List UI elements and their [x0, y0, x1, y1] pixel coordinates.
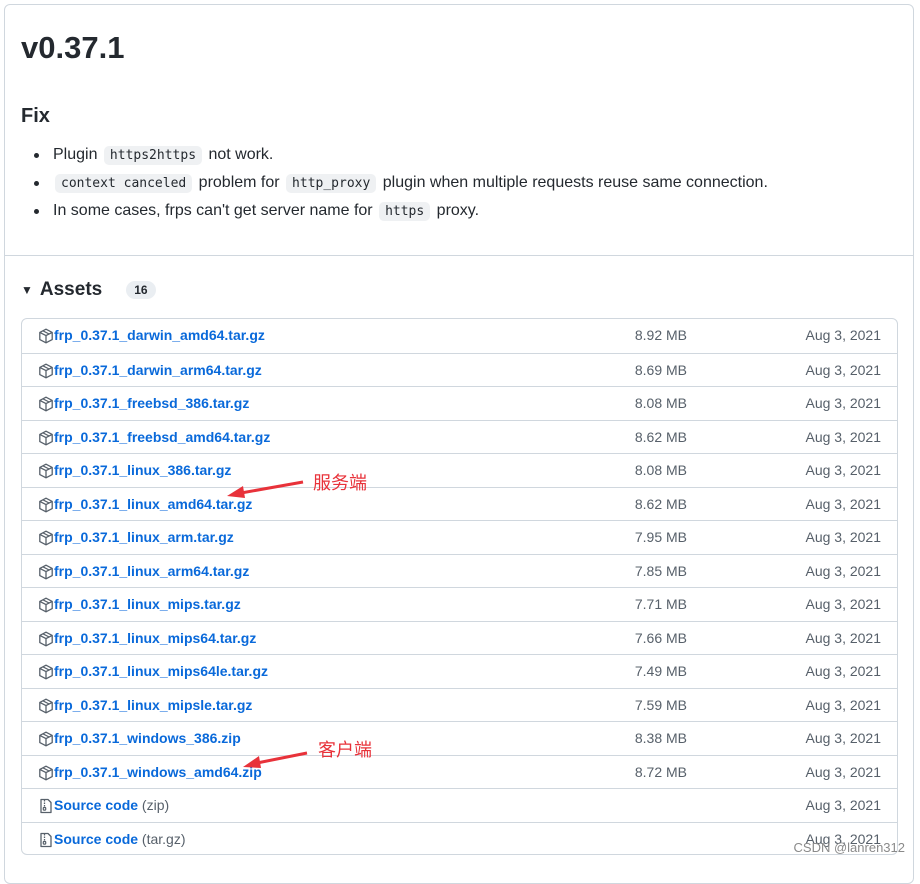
asset-row: frp_0.37.1_windows_386.zip 8.38 MB Aug 3, … — [22, 721, 897, 755]
asset-date: Aug 3, 2021 — [805, 797, 881, 813]
package-icon — [38, 497, 54, 513]
asset-link[interactable]: frp_0.37.1_linux_arm.tar.gz — [54, 521, 234, 554]
asset-date: Aug 3, 2021 — [805, 327, 881, 343]
inline-code: http_proxy — [286, 174, 377, 193]
asset-link[interactable]: frp_0.37.1_freebsd_386.tar.gz — [54, 387, 249, 420]
package-icon — [38, 564, 54, 580]
asset-date: Aug 3, 2021 — [805, 428, 881, 445]
asset-row: frp_0.37.1_linux_mips64.tar.gz 7.66 MB Aug… — [22, 620, 897, 655]
asset-link[interactable]: Source code (zip) — [54, 789, 169, 822]
asset-row: frp_0.37.1_linux_amd64.tar.gz 8.62 MB Aug … — [22, 486, 897, 521]
asset-size: 7.59 MB — [634, 696, 687, 713]
asset-row: frp_0.37.1_freebsd_386.tar.gz 8.08 MB Aug … — [22, 386, 897, 420]
asset-link[interactable]: frp_0.37.1_freebsd_amd64.tar.gz — [54, 421, 270, 454]
asset-row: frp_0.37.1_linux_mips64le.tar.gz 7.49 MB A… — [22, 654, 897, 688]
package-icon — [38, 731, 54, 747]
release-notes: Plugin https2https not work. context can… — [21, 141, 768, 225]
package-icon — [38, 765, 54, 781]
note-item: Plugin https2https not work. — [21, 141, 768, 169]
asset-row: frp_0.37.1_darwin_amd64.tar.gz 8.92 MB Aug… — [22, 319, 897, 353]
asset-date: Aug 3, 2021 — [805, 663, 881, 679]
server-arrow-icon — [227, 480, 304, 498]
asset-link[interactable]: frp_0.37.1_linux_arm64.tar.gz — [54, 555, 249, 588]
assets-toggle[interactable]: ▼ Assets 16 — [21, 276, 156, 304]
asset-link[interactable]: frp_0.37.1_linux_mips64.tar.gz — [54, 622, 256, 655]
asset-date: Aug 3, 2021 — [805, 495, 881, 512]
watermark: CSDN @lanren312 — [793, 840, 905, 855]
asset-size: 8.92 MB — [634, 327, 687, 343]
inline-code: context canceled — [55, 174, 193, 193]
asset-link[interactable]: frp_0.37.1_darwin_amd64.tar.gz — [54, 319, 265, 352]
asset-row: Source code (tar.gz) Aug 3, 2021 — [22, 821, 897, 855]
note-item: In some cases, frps can't get server nam… — [21, 197, 768, 225]
asset-row: frp_0.37.1_linux_arm.tar.gz 7.95 MB Aug 3,… — [22, 520, 897, 554]
asset-size: 7.85 MB — [634, 562, 687, 579]
asset-size: 7.71 MB — [634, 596, 687, 612]
asset-link[interactable]: frp_0.37.1_linux_mipsle.tar.gz — [54, 689, 252, 722]
asset-size: 7.95 MB — [634, 529, 687, 545]
asset-link[interactable]: frp_0.37.1_windows_amd64.zip — [54, 756, 262, 789]
package-icon — [38, 698, 54, 714]
asset-date: Aug 3, 2021 — [805, 696, 881, 713]
assets-count-badge: 16 — [126, 281, 156, 299]
asset-row: frp_0.37.1_linux_386.tar.gz 8.08 MB Aug 3,… — [22, 453, 897, 487]
package-icon — [38, 396, 54, 412]
asset-date: Aug 3, 2021 — [805, 529, 881, 545]
asset-size: 8.69 MB — [634, 361, 687, 378]
asset-link[interactable]: frp_0.37.1_linux_amd64.tar.gz — [54, 488, 252, 521]
package-icon — [38, 328, 54, 344]
asset-date: Aug 3, 2021 — [805, 730, 881, 746]
package-icon — [38, 631, 54, 647]
asset-row: frp_0.37.1_linux_mips.tar.gz 7.71 MB Aug 3… — [22, 587, 897, 621]
asset-row: frp_0.37.1_linux_mipsle.tar.gz 7.59 MB Aug… — [22, 687, 897, 722]
asset-row: frp_0.37.1_darwin_arm64.tar.gz 8.69 MB Aug… — [22, 352, 897, 387]
asset-link[interactable]: Source code (tar.gz) — [54, 823, 186, 855]
asset-size: 7.66 MB — [634, 629, 687, 646]
asset-link[interactable]: frp_0.37.1_linux_386.tar.gz — [54, 454, 231, 487]
client-arrow-icon — [243, 751, 308, 768]
asset-link[interactable]: frp_0.37.1_linux_mips64le.tar.gz — [54, 655, 268, 688]
asset-size: 8.08 MB — [634, 395, 687, 411]
asset-date: Aug 3, 2021 — [805, 596, 881, 612]
asset-row: frp_0.37.1_linux_arm64.tar.gz 7.85 MB Aug … — [22, 553, 897, 588]
file-zip-icon — [38, 832, 54, 848]
asset-size: 8.08 MB — [634, 462, 687, 478]
asset-date: Aug 3, 2021 — [805, 562, 881, 579]
section-divider — [5, 255, 914, 256]
asset-date: Aug 3, 2021 — [805, 395, 881, 411]
asset-link[interactable]: frp_0.37.1_linux_mips.tar.gz — [54, 588, 241, 621]
fix-heading: Fix — [21, 105, 50, 127]
file-zip-icon — [38, 798, 54, 814]
asset-size: 8.72 MB — [634, 763, 687, 780]
asset-link[interactable]: frp_0.37.1_darwin_arm64.tar.gz — [54, 354, 262, 387]
package-icon — [38, 363, 54, 379]
note-item: context canceled problem for http_proxy … — [21, 169, 768, 197]
asset-row: frp_0.37.1_freebsd_amd64.tar.gz 8.62 MB Au… — [22, 419, 897, 454]
package-icon — [38, 597, 54, 613]
inline-code: https2https — [103, 146, 203, 165]
package-icon — [38, 664, 54, 680]
package-icon — [38, 430, 54, 446]
asset-date: Aug 3, 2021 — [805, 763, 881, 780]
client-annotation: 客户端 — [318, 740, 372, 760]
release-title[interactable]: v0.37.1 — [21, 26, 124, 70]
asset-link[interactable]: frp_0.37.1_windows_386.zip — [54, 722, 241, 755]
asset-size: 8.62 MB — [634, 495, 687, 512]
inline-code: https — [379, 202, 431, 221]
asset-date: Aug 3, 2021 — [805, 361, 881, 378]
asset-size: 8.38 MB — [634, 730, 687, 746]
assets-title: Assets — [39, 279, 103, 300]
asset-size: 8.62 MB — [634, 428, 687, 445]
asset-date: Aug 3, 2021 — [805, 629, 881, 646]
asset-row: frp_0.37.1_windows_amd64.zip 8.72 MB Aug 3… — [22, 754, 897, 789]
asset-size: 7.49 MB — [634, 663, 687, 679]
triangle-down-icon: ▼ — [21, 283, 33, 297]
asset-date: Aug 3, 2021 — [805, 462, 881, 478]
package-icon — [38, 463, 54, 479]
package-icon — [38, 530, 54, 546]
asset-row: Source code (zip) Aug 3, 2021 — [22, 788, 897, 822]
assets-list: frp_0.37.1_darwin_amd64.tar.gz 8.92 MB Aug… — [21, 318, 898, 855]
server-annotation: 服务端 — [313, 473, 367, 493]
